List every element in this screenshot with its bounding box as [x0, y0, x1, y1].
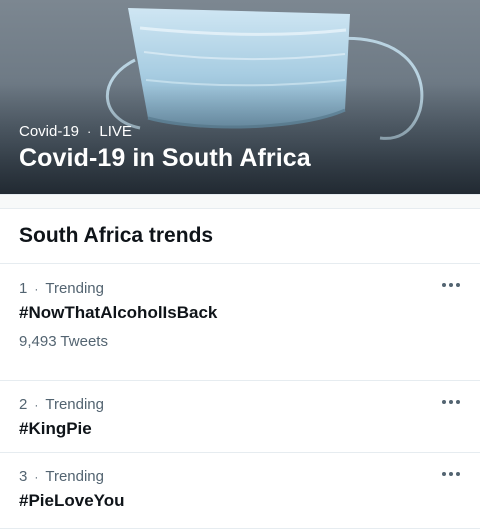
- hero-live-status: LIVE: [99, 123, 132, 140]
- trend-rank: 2: [19, 396, 28, 413]
- hero-meta: Covid-19 · LIVE: [19, 123, 132, 140]
- trend-meta: 3 · Trending: [19, 468, 480, 485]
- trends-title: South Africa trends: [19, 224, 214, 247]
- more-horizontal-icon[interactable]: [442, 397, 460, 407]
- trend-rank: 1: [19, 280, 28, 297]
- hero-separator: ·: [87, 124, 92, 139]
- trend-label: Trending: [45, 280, 104, 297]
- trend-separator: ·: [34, 469, 39, 484]
- trend-meta: 2 · Trending: [19, 396, 480, 413]
- trend-item[interactable]: 1 · Trending #NowThatAlcoholIsBack 9,493…: [0, 264, 480, 381]
- trend-separator: ·: [34, 281, 39, 296]
- section-gap: [0, 194, 480, 209]
- trend-tweet-count: 9,493 Tweets: [19, 333, 108, 350]
- trend-hashtag[interactable]: #KingPie: [19, 419, 480, 439]
- trend-item[interactable]: 3 · Trending #PieLoveYou: [0, 453, 480, 529]
- more-horizontal-icon[interactable]: [442, 280, 460, 290]
- trend-meta: 1 · Trending: [19, 280, 480, 297]
- trends-header: South Africa trends: [0, 209, 480, 264]
- trend-separator: ·: [34, 397, 39, 412]
- more-horizontal-icon[interactable]: [442, 469, 460, 479]
- hero-category: Covid-19: [19, 123, 80, 140]
- trend-rank: 3: [19, 468, 28, 485]
- trend-label: Trending: [45, 396, 104, 413]
- trend-item[interactable]: 2 · Trending #KingPie: [0, 381, 480, 453]
- trend-label: Trending: [45, 468, 104, 485]
- trend-hashtag[interactable]: #NowThatAlcoholIsBack: [19, 303, 480, 323]
- hero-title[interactable]: Covid-19 in South Africa: [19, 144, 311, 173]
- trend-hashtag[interactable]: #PieLoveYou: [19, 491, 480, 511]
- hero-banner[interactable]: Covid-19 · LIVE Covid-19 in South Africa: [0, 0, 480, 194]
